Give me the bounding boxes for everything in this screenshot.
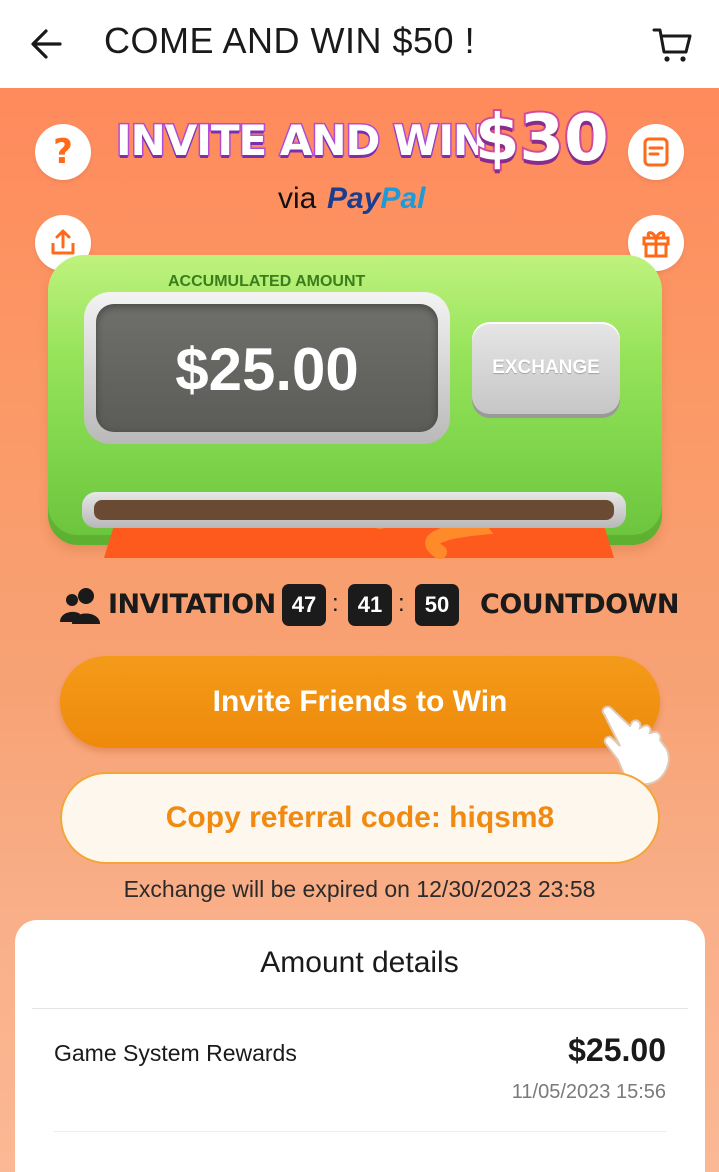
- exchange-expire-note: Exchange will be expired on 12/30/2023 2…: [123, 876, 596, 902]
- copy-referral-code-button[interactable]: Copy referral code: hiqsm8: [60, 772, 660, 864]
- reward-row-date: 11/05/2023 15:56: [511, 1081, 666, 1103]
- countdown-label: COUNTDOWN: [480, 589, 679, 620]
- amount-details-title: Amount details: [260, 946, 459, 979]
- ticket-slot-opening: [94, 500, 614, 520]
- countdown-separator: :: [398, 590, 405, 617]
- reward-row-label: Game System Rewards: [54, 1040, 297, 1066]
- card-divider: [32, 1008, 688, 1009]
- row-divider: [54, 1131, 666, 1132]
- invitation-label: INVITATION: [108, 589, 276, 620]
- invite-friends-button[interactable]: Invite Friends to Win: [60, 656, 660, 748]
- invitation-countdown: INVITATION 47 : 41 : 50 COUNTDOWN: [60, 584, 679, 630]
- countdown-hours: 47: [282, 584, 326, 626]
- countdown-minutes: 41: [348, 584, 392, 626]
- countdown-separator: :: [332, 590, 339, 617]
- countdown-seconds: 50: [415, 584, 459, 626]
- people-icon: [60, 588, 100, 624]
- reward-row-amount: $25.00: [568, 1032, 666, 1068]
